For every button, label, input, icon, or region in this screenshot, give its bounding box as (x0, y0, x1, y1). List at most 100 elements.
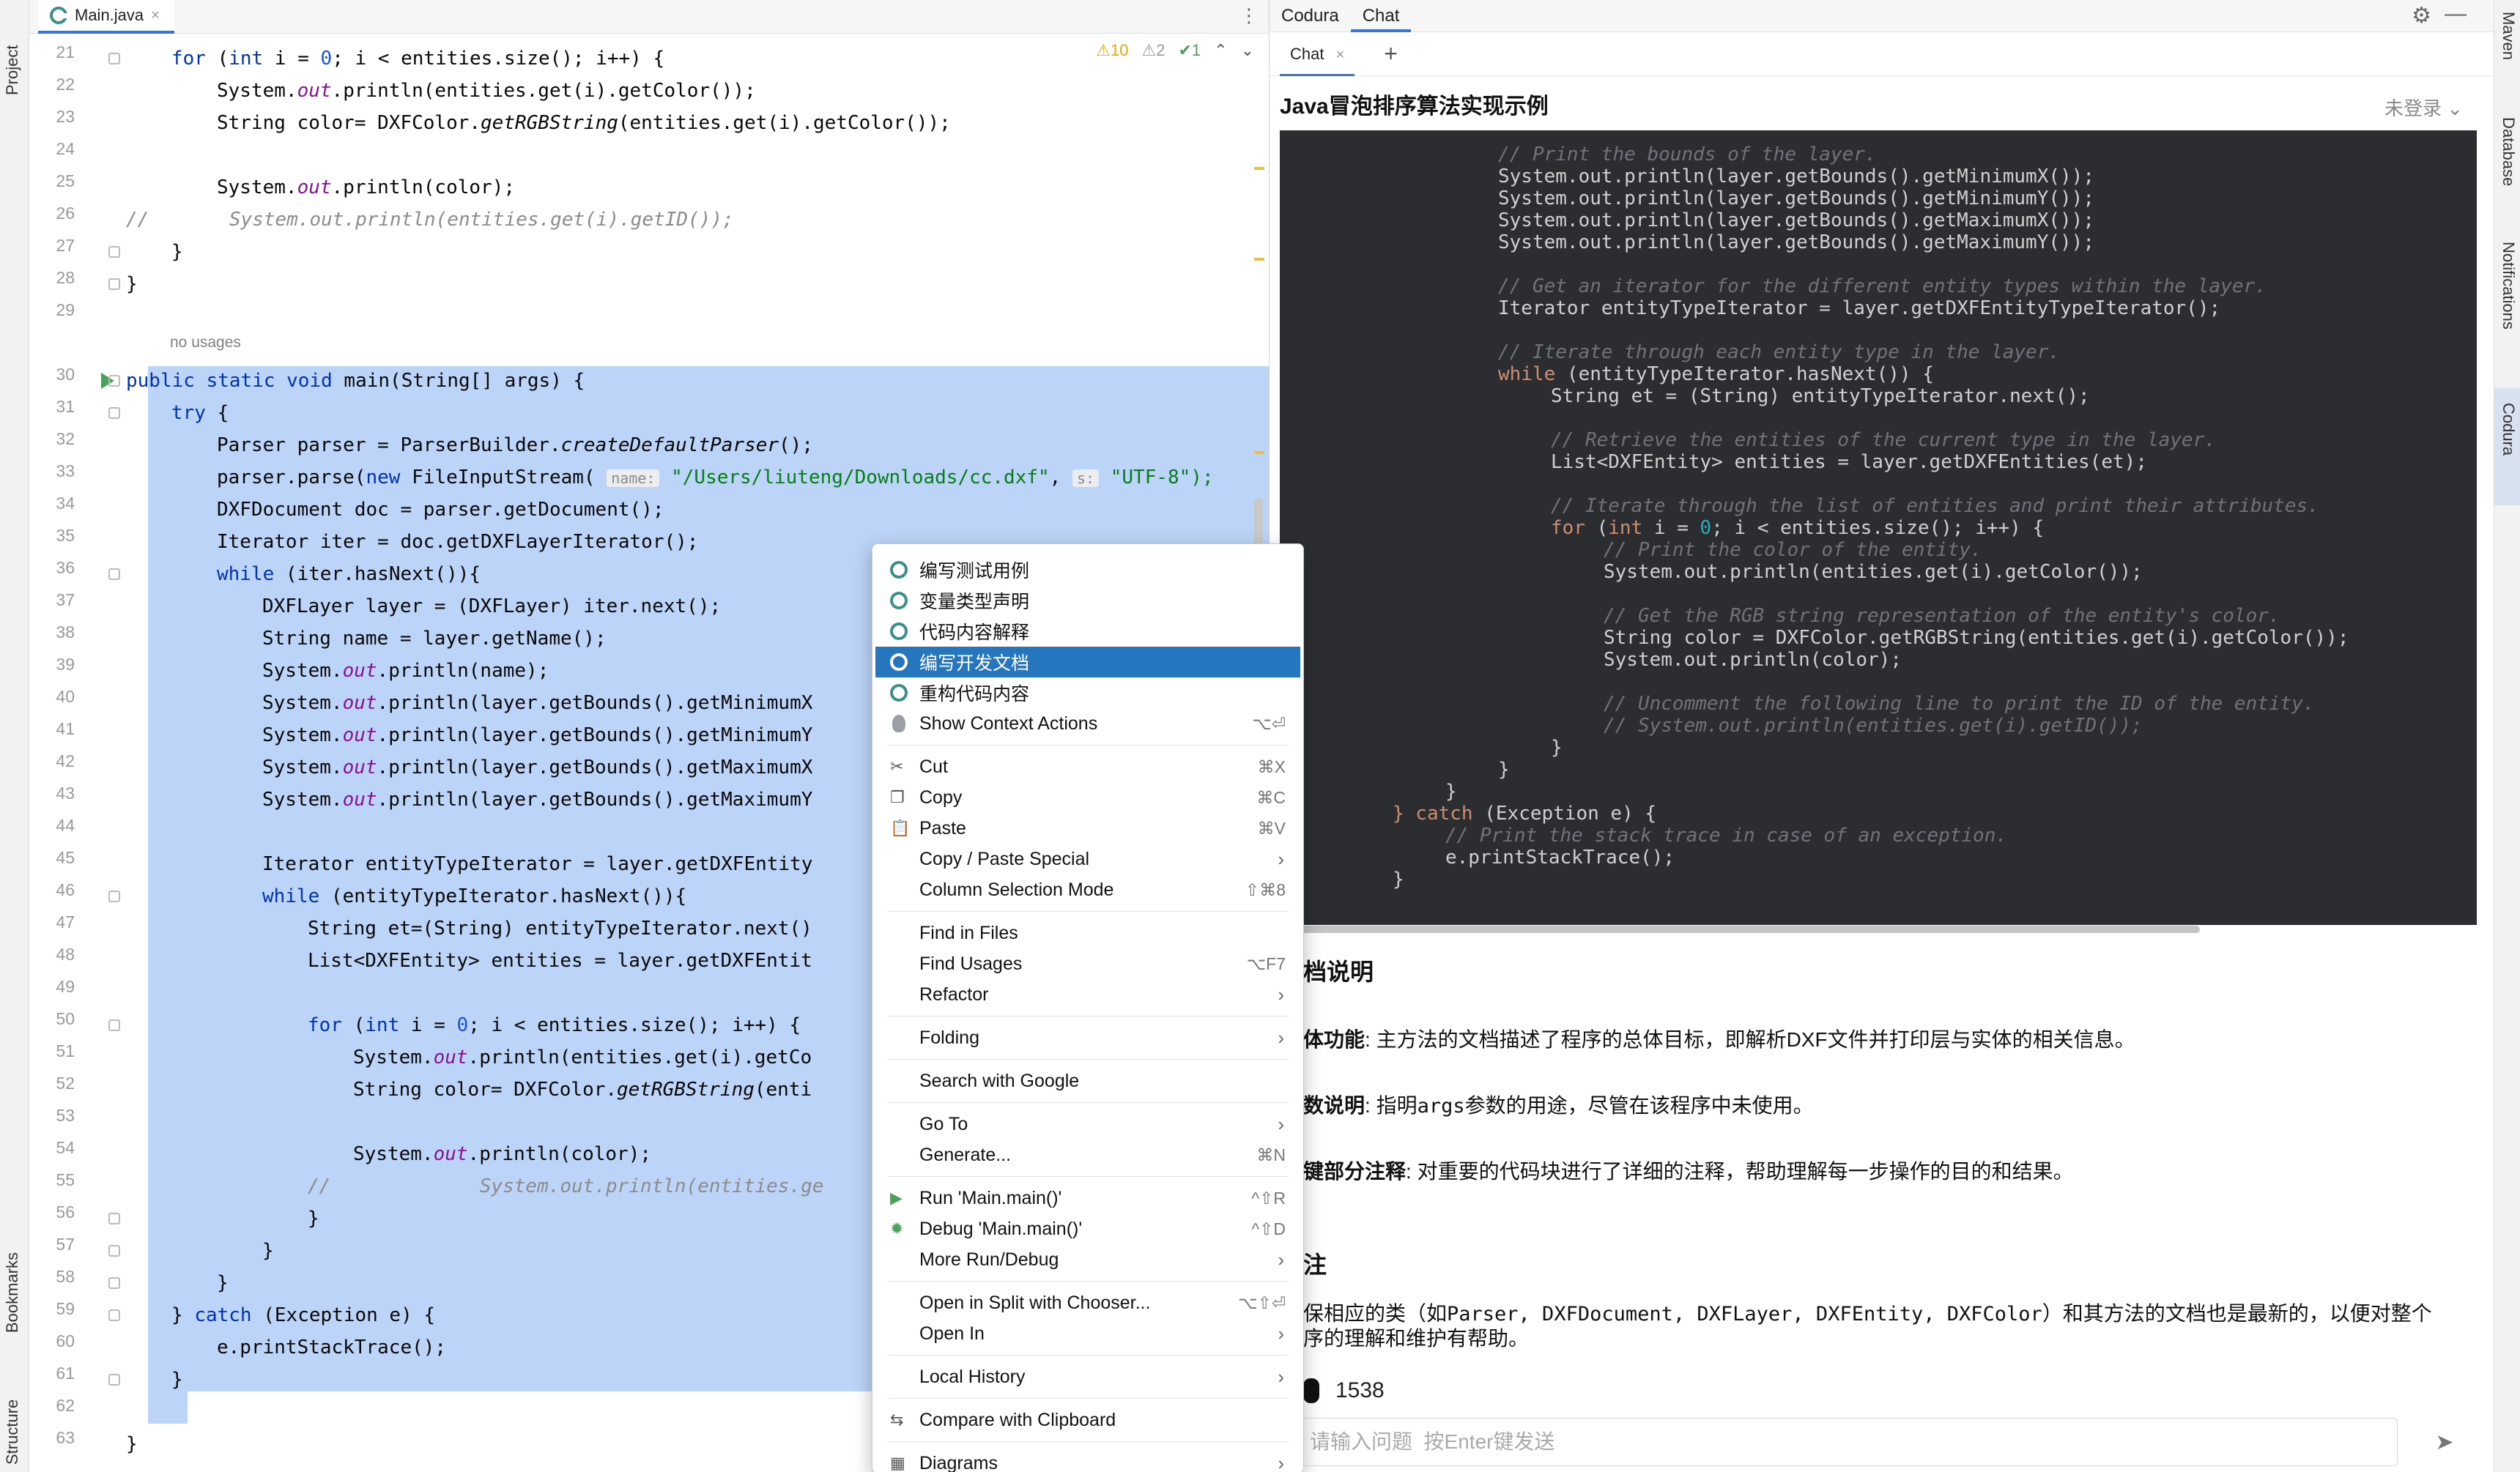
login-status-dropdown[interactable]: 未登录 ⌄ (2384, 94, 2463, 121)
code-line[interactable]: } (308, 1202, 319, 1235)
chat-input-box[interactable] (1299, 1418, 2398, 1466)
menu-item-folding[interactable]: Folding › (875, 1022, 1300, 1053)
menu-item-more-run-debug[interactable]: More Run/Debug › (875, 1244, 1300, 1275)
line-number[interactable]: 59 (29, 1299, 75, 1319)
tab-codura[interactable]: Codura (1270, 0, 1351, 32)
fold-marker[interactable] (108, 246, 120, 258)
fold-marker[interactable] (108, 1213, 120, 1224)
fold-marker[interactable] (108, 278, 120, 290)
code-line[interactable]: DXFLayer layer = (DXFLayer) iter.next(); (262, 590, 721, 622)
tab-chat[interactable]: Chat (1350, 0, 1412, 32)
menu-item-generate[interactable]: Generate... ⌘N (875, 1140, 1300, 1170)
code-line[interactable]: DXFDocument doc = parser.getDocument(); (217, 494, 664, 526)
code-line[interactable]: try { (171, 397, 229, 429)
structure-tool-button[interactable]: Structure (3, 1362, 22, 1465)
line-number[interactable]: 44 (29, 816, 75, 836)
menu-item-go-to[interactable]: Go To › (875, 1109, 1300, 1140)
line-number[interactable]: 56 (29, 1202, 75, 1222)
code-line[interactable]: } (126, 268, 138, 300)
code-line[interactable]: Iterator entityTypeIterator = layer.getD… (262, 848, 812, 880)
line-number[interactable]: 61 (29, 1364, 75, 1383)
code-line[interactable]: while (entityTypeIterator.hasNext()){ (262, 880, 686, 912)
menu-item-codura-action-1[interactable]: 变量类型声明 (875, 585, 1300, 616)
line-number[interactable]: 41 (29, 719, 75, 739)
fold-marker[interactable] (108, 1309, 120, 1321)
line-number[interactable]: 40 (29, 687, 75, 707)
code-line[interactable]: System.out.println(name); (262, 655, 549, 687)
menu-item-show-context-actions[interactable]: Show Context Actions ⌥⏎ (875, 708, 1300, 739)
minimize-icon[interactable]: — (2445, 1, 2467, 26)
code-line[interactable]: while (iter.hasNext()){ (217, 558, 481, 590)
code-line[interactable]: System.out.println(layer.getBounds().get… (262, 687, 812, 719)
bookmarks-tool-button[interactable]: Bookmarks (3, 1216, 22, 1333)
code-line[interactable]: String name = layer.getName(); (262, 622, 607, 655)
code-line[interactable]: System.out.println(color); (353, 1138, 651, 1170)
line-number[interactable]: 38 (29, 622, 75, 642)
project-tool-button[interactable]: Project (3, 7, 22, 95)
line-number[interactable]: 57 (29, 1235, 75, 1254)
more-options-icon[interactable]: ⋮ (1239, 4, 1259, 27)
database-tool-button[interactable]: Database (2499, 117, 2518, 186)
menu-item-codura-action-2[interactable]: 代码内容解释 (875, 616, 1300, 647)
notifications-tool-button[interactable]: Notifications (2499, 242, 2518, 330)
line-number[interactable]: 53 (29, 1106, 75, 1126)
code-line[interactable]: List<DXFEntity> entities = layer.getDXFE… (308, 945, 812, 977)
code-line[interactable]: System.out.println(layer.getBounds().get… (262, 751, 812, 784)
tab-main-java[interactable]: Main.java × (38, 0, 174, 34)
code-line[interactable]: System.out.println(entities.get(i).getCo… (217, 75, 756, 107)
menu-item-debug-main-main[interactable]: ✹ Debug 'Main.main()' ^⇧D (875, 1213, 1300, 1244)
menu-item-paste[interactable]: 📋 Paste ⌘V (875, 813, 1300, 844)
menu-item-copy[interactable]: ❐ Copy ⌘C (875, 782, 1300, 813)
code-line[interactable]: System.out.println(layer.getBounds().get… (262, 784, 812, 816)
line-number-gutter[interactable]: 21 22 23 24 25 26 27 28 29 30 31 32 33 34 35 36 37 38 39 40… (29, 34, 125, 1472)
menu-item-search-with-google[interactable]: Search with Google (875, 1066, 1300, 1096)
line-number[interactable]: 32 (29, 429, 75, 449)
line-number[interactable]: 37 (29, 590, 75, 610)
code-line[interactable]: } (171, 236, 183, 268)
code-line[interactable]: // System.out.println(entities.ge (308, 1170, 823, 1202)
send-button[interactable]: ➤ (2416, 1421, 2473, 1463)
menu-item-compare-with-clipboard[interactable]: ⇆ Compare with Clipboard (875, 1405, 1300, 1435)
code-line[interactable]: } (262, 1235, 274, 1267)
menu-item-codura-action-3[interactable]: 编写开发文档 (875, 647, 1300, 677)
fold-marker[interactable] (108, 1277, 120, 1289)
menu-item-local-history[interactable]: Local History › (875, 1361, 1300, 1392)
menu-item-codura-action-0[interactable]: 编写测试用例 (875, 554, 1300, 585)
maven-tool-button[interactable]: Maven (2499, 12, 2518, 60)
gear-icon[interactable]: ⚙ (2412, 3, 2431, 29)
menu-item-find-usages[interactable]: Find Usages ⌥F7 (875, 948, 1300, 979)
menu-item-column-selection-mode[interactable]: Column Selection Mode ⇧⌘8 (875, 874, 1300, 905)
code-block-scrollbar[interactable] (1299, 926, 2200, 933)
line-number[interactable]: 42 (29, 751, 75, 771)
line-number[interactable]: 31 (29, 397, 75, 417)
line-number[interactable]: 50 (29, 1009, 75, 1029)
line-number[interactable]: 23 (29, 107, 75, 127)
line-number[interactable]: 29 (29, 300, 75, 320)
line-number[interactable]: 45 (29, 848, 75, 868)
line-number[interactable]: 22 (29, 75, 75, 94)
code-line[interactable]: } catch (Exception e) { (171, 1299, 435, 1331)
close-icon[interactable]: × (151, 7, 160, 24)
code-line[interactable]: public static void main(String[] args) { (126, 365, 585, 397)
code-line[interactable]: } (217, 1267, 229, 1299)
code-line[interactable]: String et=(String) entityTypeIterator.ne… (308, 912, 812, 945)
line-number[interactable]: 48 (29, 945, 75, 964)
menu-item-copy-paste-special[interactable]: Copy / Paste Special › (875, 844, 1300, 874)
line-number[interactable]: 49 (29, 977, 75, 997)
code-line[interactable]: Iterator iter = doc.getDXFLayerIterator(… (217, 526, 698, 558)
menu-item-refactor[interactable]: Refactor › (875, 979, 1300, 1010)
menu-item-find-in-files[interactable]: Find in Files (875, 918, 1300, 948)
code-line[interactable]: System.out.println(entities.get(i).getCo (353, 1041, 812, 1074)
line-number[interactable]: 36 (29, 558, 75, 578)
fold-marker[interactable] (108, 1019, 120, 1031)
code-line[interactable]: String color= DXFColor.getRGBString(enti… (217, 107, 951, 139)
code-line[interactable]: // System.out.println(entities.get(i).ge… (126, 204, 734, 236)
chat-session-tab[interactable]: Chat × (1280, 32, 1355, 76)
code-line[interactable]: System.out.println(layer.getBounds().get… (262, 719, 812, 751)
line-number[interactable]: 35 (29, 526, 75, 546)
menu-item-cut[interactable]: ✂ Cut ⌘X (875, 751, 1300, 782)
menu-item-diagrams[interactable]: ▦ Diagrams › (875, 1448, 1300, 1472)
fold-marker[interactable] (108, 891, 120, 902)
line-number[interactable]: 52 (29, 1074, 75, 1093)
line-number[interactable]: 63 (29, 1428, 75, 1448)
